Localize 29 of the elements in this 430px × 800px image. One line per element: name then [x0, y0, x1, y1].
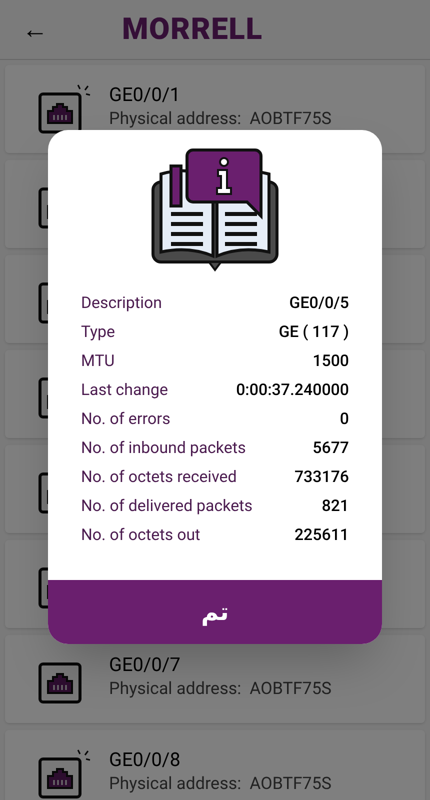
- detail-label: MTU: [81, 350, 115, 372]
- port-address: Physical address: AOBTF75S: [109, 773, 332, 796]
- back-button[interactable]: ←: [20, 16, 50, 42]
- brand-logo: MORRELL: [122, 11, 263, 49]
- detail-label: Type: [81, 320, 116, 342]
- detail-label: No. of octets received: [81, 466, 237, 488]
- port-card[interactable]: GE0/0/7 Physical address: AOBTF75S: [5, 635, 425, 723]
- detail-value: 0:00:37.240000: [236, 378, 349, 400]
- detail-label: No. of errors: [81, 408, 170, 430]
- detail-label: No. of octets out: [81, 524, 200, 546]
- detail-value: 1500: [312, 350, 349, 372]
- port-name: GE0/0/1: [109, 83, 182, 107]
- port-card[interactable]: GE0/0/8 Physical address: AOBTF75S: [5, 730, 425, 800]
- port-address: Physical address: AOBTF75S: [109, 108, 332, 131]
- detail-label: No. of delivered packets: [81, 494, 253, 516]
- port-name: GE0/0/8: [109, 748, 182, 772]
- detail-value: 225611: [294, 524, 349, 546]
- detail-label: No. of inbound packets: [81, 436, 246, 458]
- detail-value: 733176: [294, 466, 349, 488]
- detail-value: GE ( 117 ): [278, 320, 349, 342]
- detail-label: Last change: [81, 378, 168, 400]
- detail-value: 5677: [312, 436, 349, 458]
- detail-value: GE0/0/5: [289, 292, 349, 314]
- detail-value: 821: [322, 494, 349, 516]
- port-address: Physical address: AOBTF75S: [109, 678, 332, 701]
- done-button[interactable]: تم: [48, 580, 382, 644]
- detail-value: 0: [340, 408, 349, 430]
- detail-label: Description: [81, 292, 162, 314]
- port-name: GE0/0/7: [109, 653, 182, 677]
